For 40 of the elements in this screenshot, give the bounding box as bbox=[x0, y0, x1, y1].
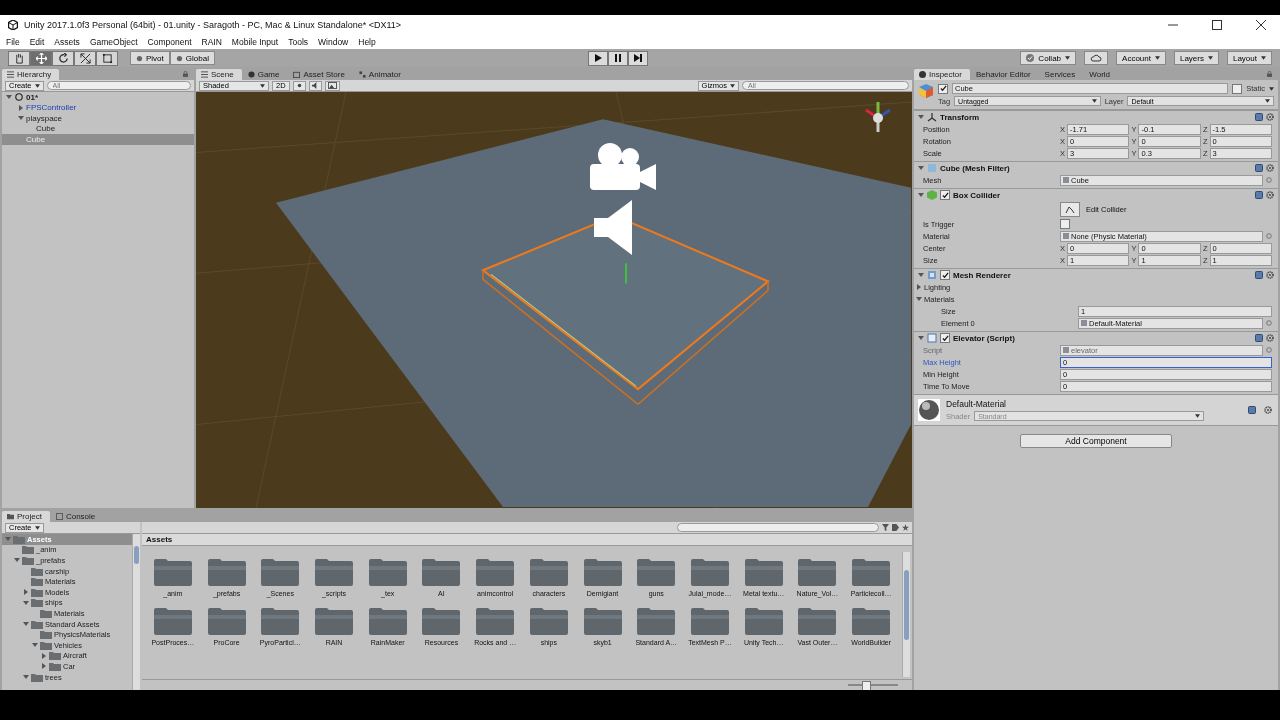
menu-item[interactable]: Tools bbox=[288, 37, 308, 47]
menu-item[interactable]: RAIN bbox=[201, 37, 222, 47]
menu-item[interactable]: Window bbox=[318, 37, 349, 47]
hierarchy-item[interactable]: FPSController bbox=[2, 102, 194, 113]
material-name: Default-Material bbox=[946, 399, 1007, 409]
menu-item[interactable]: GameObject bbox=[89, 37, 138, 47]
menu-item[interactable]: Edit bbox=[29, 37, 45, 47]
menu-item[interactable]: File bbox=[6, 37, 20, 47]
toolbar-dropdown[interactable]: Layout bbox=[1226, 51, 1272, 65]
menu-item[interactable]: Component bbox=[147, 37, 192, 47]
inspector-tab[interactable]: Behavior Editor bbox=[970, 69, 1039, 80]
collab-dropdown[interactable]: Collab bbox=[1020, 51, 1077, 65]
toolbar-dropdown[interactable]: Account bbox=[1116, 51, 1166, 65]
pivot-button[interactable]: Pivot bbox=[130, 51, 170, 65]
inspector-tab[interactable]: Inspector bbox=[914, 69, 970, 80]
inspector-tab[interactable]: Services bbox=[1039, 69, 1084, 80]
window-title: Unity 2017.1.0f3 Personal (64bit) - 01.unity - Saragoth - PC, Mac & Linux Standalone* <DX11> bbox=[24, 20, 402, 30]
component-title: Transform bbox=[940, 112, 980, 122]
component-title: Mesh Renderer bbox=[953, 270, 1011, 280]
scene-tab[interactable]: Scene bbox=[196, 69, 242, 80]
component-title: Elevator (Script) bbox=[953, 333, 1015, 343]
scene-root-item[interactable]: 01* bbox=[2, 92, 194, 103]
store-tab[interactable]: Asset Store bbox=[288, 69, 353, 80]
toolbar-dropdown[interactable]: Layers bbox=[1173, 51, 1219, 65]
hierarchy-tab[interactable]: Hierarchy bbox=[2, 69, 60, 80]
project-tab[interactable]: Console bbox=[50, 511, 104, 522]
menu-item[interactable]: Mobile Input bbox=[231, 37, 279, 47]
component-title: Box Collider bbox=[953, 190, 1001, 200]
game-tab[interactable]: Game bbox=[242, 69, 288, 80]
menu-item[interactable]: Help bbox=[358, 37, 376, 47]
menu-item[interactable]: Assets bbox=[54, 37, 80, 47]
inspector-tab[interactable]: World bbox=[1084, 69, 1119, 80]
hierarchy-item[interactable]: Cube bbox=[2, 123, 194, 134]
global-button[interactable]: Global bbox=[169, 51, 215, 65]
animator-tab[interactable]: Animator bbox=[353, 69, 409, 80]
hierarchy-item[interactable]: playspace bbox=[2, 113, 194, 124]
project-tab[interactable]: Project bbox=[2, 511, 50, 522]
component-title: Cube (Mesh Filter) bbox=[940, 163, 1010, 173]
add-component-button[interactable]: Add Component bbox=[1020, 434, 1172, 448]
breadcrumb[interactable]: Assets bbox=[142, 534, 912, 546]
